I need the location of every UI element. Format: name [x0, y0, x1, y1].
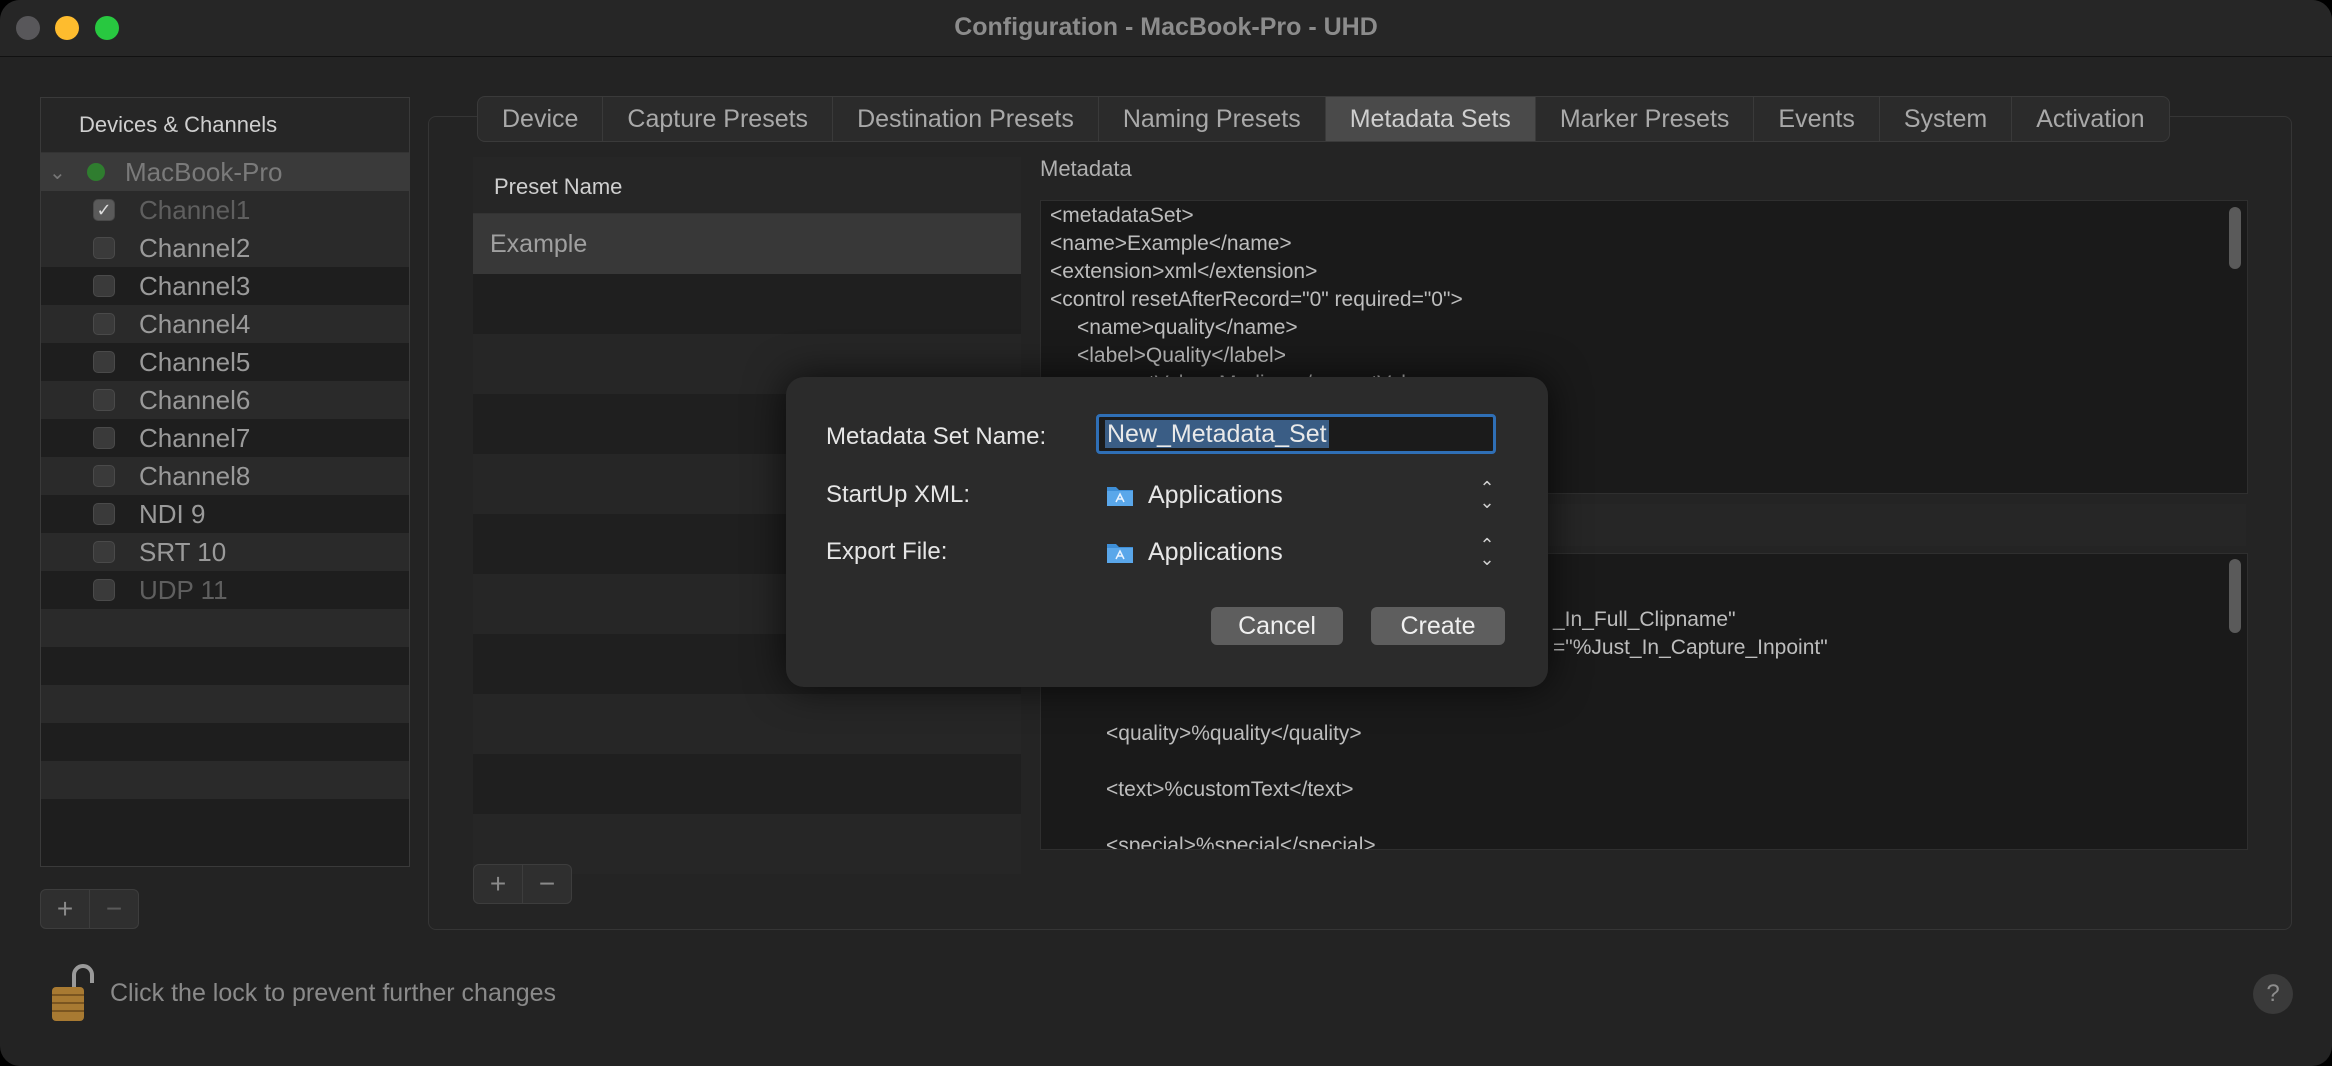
xml-line: ="%Just_In_Capture_Inpoint": [1553, 636, 1828, 659]
channel-row[interactable]: Channel6: [41, 381, 409, 419]
channel-row[interactable]: Channel5: [41, 343, 409, 381]
add-channel-button[interactable]: +: [41, 890, 90, 928]
channel-row[interactable]: Channel7: [41, 419, 409, 457]
xml-line: <name>Example</name>: [1050, 232, 1292, 255]
window-title: Configuration - MacBook-Pro - UHD: [954, 13, 1378, 41]
metadata-label: Metadata: [1040, 156, 1132, 181]
scrollbar-thumb[interactable]: [2229, 559, 2241, 633]
channel-label: Channel8: [139, 460, 251, 491]
updown-chevron-icon: ⌃ ⌄: [1479, 535, 1495, 569]
xml-line: <special>%special</special>: [1106, 834, 1376, 850]
channel-row[interactable]: SRT 10: [41, 533, 409, 571]
channel-row[interactable]: Channel8: [41, 457, 409, 495]
export-file-value: Applications: [1148, 537, 1283, 566]
chevron-down-icon[interactable]: ⌄: [49, 160, 79, 185]
updown-chevron-icon: ⌃ ⌄: [1479, 478, 1495, 512]
title-bar: Configuration - MacBook-Pro - UHD: [0, 0, 2332, 57]
channel-checkbox[interactable]: [93, 237, 115, 259]
tab-device[interactable]: Device: [478, 97, 604, 141]
xml-line: <text>%customText</text>: [1106, 778, 1354, 801]
channel-checkbox[interactable]: [93, 579, 115, 601]
channel-row[interactable]: Channel2: [41, 229, 409, 267]
unlocked-lock-icon[interactable]: [50, 963, 96, 1023]
channel-label: Channel4: [139, 308, 251, 339]
channel-row[interactable]: NDI 9: [41, 495, 409, 533]
device-group-row[interactable]: ⌄ MacBook-Pro: [41, 153, 409, 191]
scrollbar-thumb[interactable]: [2229, 207, 2241, 269]
xml-line: <control resetAfterRecord="0" required="…: [1050, 288, 1463, 311]
remove-channel-button[interactable]: −: [90, 890, 138, 928]
channel-checkbox[interactable]: [93, 427, 115, 449]
channel-label: SRT 10: [139, 536, 227, 567]
help-button[interactable]: ?: [2253, 974, 2293, 1014]
tab-bar: Device Capture Presets Destination Presets…: [477, 96, 2170, 142]
channel-label: Channel7: [139, 422, 251, 453]
tab-naming-presets[interactable]: Naming Presets: [1099, 97, 1326, 141]
applications-folder-icon: [1107, 544, 1133, 563]
channel-checkbox[interactable]: [93, 275, 115, 297]
metadata-set-name-label: Metadata Set Name:: [826, 423, 1047, 450]
channel-checkbox[interactable]: [93, 541, 115, 563]
channel-label: Channel5: [139, 346, 251, 377]
channel-checkbox[interactable]: [93, 503, 115, 525]
export-file-label: Export File:: [826, 538, 948, 565]
preset-row-example[interactable]: Example: [473, 214, 1021, 274]
tab-destination-presets[interactable]: Destination Presets: [833, 97, 1099, 141]
tab-activation[interactable]: Activation: [2012, 97, 2168, 141]
channel-checkbox[interactable]: [93, 351, 115, 373]
devices-channels-list: Devices & Channels ⌄ MacBook-Pro ✓ Channe…: [40, 97, 410, 867]
tab-system[interactable]: System: [1880, 97, 2013, 141]
tab-metadata-sets[interactable]: Metadata Sets: [1325, 97, 1536, 141]
xml-line: <extension>xml</extension>: [1050, 260, 1318, 283]
xml-line: <label>Quality</label>: [1077, 344, 1286, 367]
channel-checkbox[interactable]: ✓: [93, 199, 115, 221]
preset-name-header: Preset Name: [473, 157, 1021, 214]
tab-capture-presets[interactable]: Capture Presets: [603, 97, 834, 141]
channel-checkbox[interactable]: [93, 465, 115, 487]
create-button[interactable]: Create: [1371, 607, 1505, 645]
channel-label: Channel1: [139, 194, 251, 225]
channel-row[interactable]: Channel3: [41, 267, 409, 305]
metadata-set-name-input[interactable]: New_Metadata_Set: [1096, 414, 1496, 454]
xml-line: <quality>%quality</quality>: [1106, 722, 1362, 745]
sidebar-header: Devices & Channels: [41, 98, 409, 153]
add-preset-button[interactable]: +: [474, 865, 523, 903]
startup-xml-label: StartUp XML:: [826, 481, 971, 508]
cancel-button[interactable]: Cancel: [1211, 607, 1343, 645]
sidebar-add-remove: + −: [40, 889, 139, 929]
channel-row[interactable]: ✓ Channel1: [41, 191, 409, 229]
channel-row[interactable]: UDP 11: [41, 571, 409, 609]
configuration-window: Configuration - MacBook-Pro - UHD Device…: [0, 0, 2332, 1066]
channel-checkbox[interactable]: [93, 389, 115, 411]
applications-folder-icon: [1107, 487, 1133, 506]
preset-add-remove: + −: [473, 864, 572, 904]
tab-events[interactable]: Events: [1754, 97, 1880, 141]
startup-xml-value: Applications: [1148, 480, 1283, 509]
xml-line: _In_Full_Clipname": [1553, 608, 1736, 631]
remove-preset-button[interactable]: −: [523, 865, 571, 903]
lock-hint-text: Click the lock to prevent further change…: [110, 979, 557, 1007]
export-file-popup[interactable]: Applications ⌃ ⌄: [1106, 534, 1496, 570]
tab-marker-presets[interactable]: Marker Presets: [1536, 97, 1755, 141]
new-metadata-set-dialog: Metadata Set Name: New_Metadata_Set Star…: [786, 377, 1548, 687]
status-dot-icon: [87, 163, 105, 181]
xml-line: <name>quality</name>: [1077, 316, 1298, 339]
channel-label: NDI 9: [139, 498, 206, 529]
device-group-label: MacBook-Pro: [125, 156, 283, 187]
channel-row[interactable]: Channel4: [41, 305, 409, 343]
channel-label: Channel6: [139, 384, 251, 415]
startup-xml-popup[interactable]: Applications ⌃ ⌄: [1106, 477, 1496, 513]
xml-line: <metadataSet>: [1050, 204, 1194, 227]
channel-label: Channel3: [139, 270, 251, 301]
channel-label: UDP 11: [139, 574, 228, 605]
channel-label: Channel2: [139, 232, 251, 263]
channel-checkbox[interactable]: [93, 313, 115, 335]
